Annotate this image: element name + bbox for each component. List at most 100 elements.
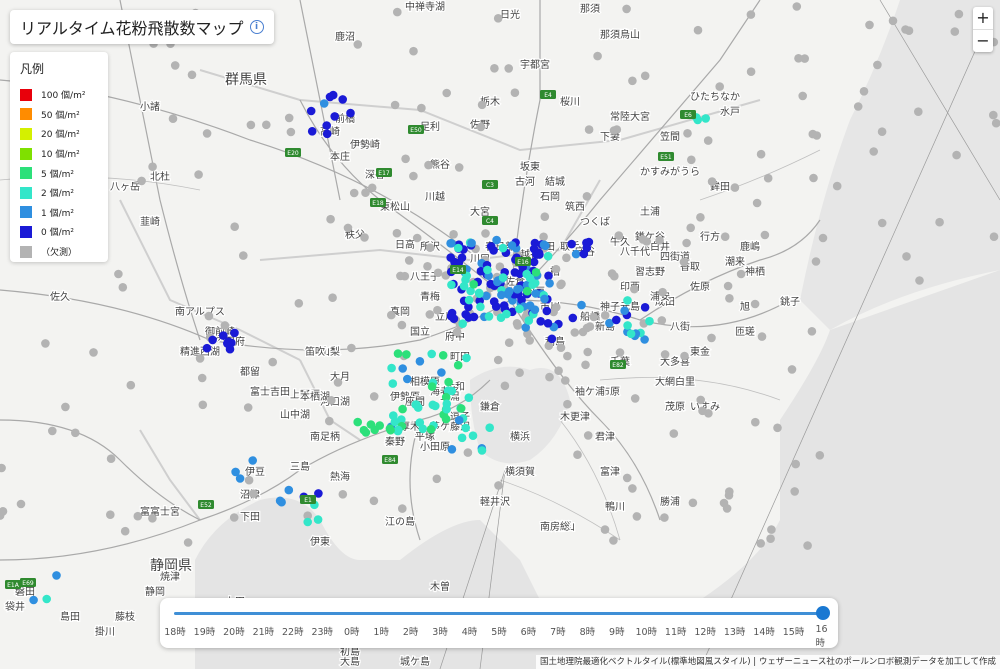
- station-missing-dot[interactable]: [630, 284, 639, 294]
- pollen-station-dot[interactable]: [441, 414, 451, 424]
- time-label[interactable]: 19時: [194, 624, 216, 638]
- pollen-station-dot[interactable]: [701, 114, 710, 123]
- pollen-station-dot[interactable]: [540, 294, 549, 304]
- station-missing-dot[interactable]: [583, 347, 592, 357]
- station-missing-dot[interactable]: [294, 299, 304, 308]
- station-missing-dot[interactable]: [195, 354, 205, 363]
- station-missing-dot[interactable]: [707, 177, 717, 186]
- pollen-station-dot[interactable]: [431, 401, 440, 411]
- station-missing-dot[interactable]: [736, 269, 746, 279]
- station-missing-dot[interactable]: [767, 525, 776, 534]
- pollen-station-dot[interactable]: [208, 335, 217, 345]
- station-missing-dot[interactable]: [811, 257, 821, 266]
- station-missing-dot[interactable]: [950, 27, 960, 36]
- pollen-station-dot[interactable]: [458, 319, 468, 329]
- station-missing-dot[interactable]: [730, 183, 740, 192]
- station-missing-dot[interactable]: [539, 232, 548, 242]
- pollen-station-dot[interactable]: [542, 306, 552, 316]
- pollen-station-dot[interactable]: [567, 239, 576, 249]
- pollen-station-dot[interactable]: [235, 474, 245, 483]
- time-label[interactable]: 22時: [282, 624, 304, 638]
- pollen-station-dot[interactable]: [398, 364, 408, 373]
- station-missing-dot[interactable]: [170, 61, 180, 70]
- station-missing-dot[interactable]: [512, 319, 522, 328]
- station-missing-dot[interactable]: [249, 489, 258, 499]
- station-missing-dot[interactable]: [268, 357, 278, 367]
- station-missing-dot[interactable]: [148, 514, 157, 523]
- station-missing-dot[interactable]: [194, 170, 203, 179]
- time-label[interactable]: 20時: [223, 624, 245, 638]
- station-missing-dot[interactable]: [573, 450, 582, 460]
- station-missing-dot[interactable]: [901, 25, 910, 34]
- station-missing-dot[interactable]: [655, 236, 664, 245]
- pollen-station-dot[interactable]: [568, 313, 578, 323]
- pollen-station-dot[interactable]: [319, 99, 329, 108]
- station-missing-dot[interactable]: [504, 64, 513, 73]
- pollen-station-dot[interactable]: [543, 251, 553, 261]
- station-missing-dot[interactable]: [432, 474, 442, 484]
- pollen-station-dot[interactable]: [497, 290, 506, 300]
- pollen-station-dot[interactable]: [353, 417, 363, 427]
- station-missing-dot[interactable]: [442, 88, 452, 98]
- station-missing-dot[interactable]: [137, 176, 146, 186]
- station-missing-dot[interactable]: [89, 348, 98, 357]
- station-missing-dot[interactable]: [41, 339, 50, 348]
- pollen-station-dot[interactable]: [620, 306, 629, 316]
- station-missing-dot[interactable]: [582, 192, 592, 201]
- station-missing-dot[interactable]: [800, 54, 809, 63]
- station-missing-dot[interactable]: [493, 13, 503, 23]
- station-missing-dot[interactable]: [600, 311, 610, 320]
- station-missing-dot[interactable]: [989, 110, 998, 120]
- station-missing-dot[interactable]: [693, 25, 703, 35]
- station-missing-dot[interactable]: [551, 264, 561, 274]
- station-missing-dot[interactable]: [126, 380, 136, 390]
- station-missing-dot[interactable]: [763, 173, 773, 183]
- pollen-station-dot[interactable]: [545, 279, 554, 288]
- station-missing-dot[interactable]: [989, 232, 999, 241]
- station-missing-dot[interactable]: [746, 67, 756, 76]
- station-missing-dot[interactable]: [756, 539, 765, 548]
- pollen-station-dot[interactable]: [623, 296, 632, 305]
- pollen-station-dot[interactable]: [467, 238, 476, 248]
- station-missing-dot[interactable]: [0, 507, 8, 516]
- station-missing-dot[interactable]: [463, 448, 473, 457]
- pollen-station-dot[interactable]: [505, 287, 514, 296]
- station-missing-dot[interactable]: [640, 71, 650, 81]
- station-missing-dot[interactable]: [424, 160, 433, 170]
- station-missing-dot[interactable]: [773, 423, 782, 433]
- station-missing-dot[interactable]: [752, 198, 762, 208]
- station-missing-dot[interactable]: [688, 498, 698, 508]
- station-missing-dot[interactable]: [168, 114, 178, 123]
- station-missing-dot[interactable]: [657, 316, 667, 325]
- pollen-station-dot[interactable]: [284, 485, 294, 495]
- station-missing-dot[interactable]: [760, 230, 770, 240]
- pollen-station-dot[interactable]: [530, 238, 540, 248]
- station-missing-dot[interactable]: [658, 287, 667, 297]
- time-label[interactable]: 18時: [164, 624, 186, 638]
- station-missing-dot[interactable]: [204, 311, 214, 321]
- station-missing-dot[interactable]: [343, 223, 353, 233]
- station-missing-dot[interactable]: [396, 271, 405, 281]
- time-label[interactable]: 4時: [462, 624, 478, 638]
- station-missing-dot[interactable]: [660, 513, 669, 522]
- time-label[interactable]: 2時: [403, 624, 419, 638]
- station-missing-dot[interactable]: [787, 365, 797, 374]
- station-missing-dot[interactable]: [349, 188, 359, 198]
- pollen-station-dot[interactable]: [403, 374, 412, 384]
- pollen-station-dot[interactable]: [515, 304, 524, 314]
- pollen-station-dot[interactable]: [507, 241, 517, 250]
- station-missing-dot[interactable]: [390, 100, 400, 110]
- station-missing-dot[interactable]: [682, 238, 691, 248]
- station-missing-dot[interactable]: [660, 350, 670, 359]
- station-missing-dot[interactable]: [563, 351, 572, 361]
- station-missing-dot[interactable]: [148, 162, 157, 171]
- pollen-station-dot[interactable]: [535, 250, 544, 259]
- time-slider-track[interactable]: [174, 612, 822, 615]
- pollen-station-dot[interactable]: [485, 423, 495, 433]
- pollen-station-dot[interactable]: [248, 456, 257, 465]
- station-missing-dot[interactable]: [609, 536, 618, 545]
- station-missing-dot[interactable]: [353, 40, 363, 49]
- pollen-station-dot[interactable]: [375, 421, 385, 430]
- pollen-station-dot[interactable]: [338, 95, 348, 104]
- pollen-station-dot[interactable]: [366, 420, 376, 429]
